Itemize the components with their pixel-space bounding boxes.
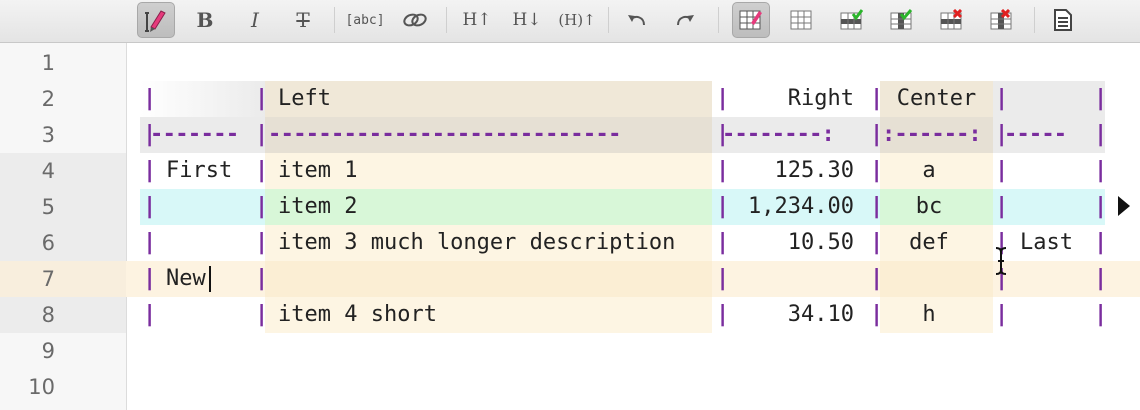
cell-text[interactable]: def: [880, 225, 978, 261]
cell-text[interactable]: item 1: [278, 153, 357, 189]
table-pipe: |: [255, 122, 269, 147]
italic-button[interactable]: I: [236, 2, 274, 38]
formatting-toolbar: B I T [abc] H↑ H↓ (H)↑: [0, 0, 1140, 43]
header-cell-bg: [140, 81, 265, 117]
cell-text[interactable]: 125.30: [712, 153, 854, 189]
cell-text[interactable]: Last: [1020, 225, 1073, 261]
table-icon[interactable]: [782, 2, 820, 38]
line-number: 4: [0, 153, 126, 189]
preview-icon[interactable]: [1044, 2, 1082, 38]
code-button[interactable]: [abc]: [345, 2, 384, 38]
separator-col2: ----------------------------: [268, 122, 621, 147]
line-number: 9: [41, 339, 55, 363]
table-pipe: |: [1094, 302, 1108, 327]
table-pipe: |: [1094, 158, 1108, 183]
toolbar-separator: [608, 7, 609, 33]
header-cell-bg: [993, 81, 1105, 117]
cell-text[interactable]: bc: [880, 189, 978, 225]
table-pipe: |: [143, 158, 157, 183]
separator-col3: --------:: [722, 122, 835, 147]
cell-text[interactable]: New: [166, 261, 206, 297]
table-pipe: |: [255, 158, 269, 183]
pencil-icon[interactable]: [137, 2, 175, 38]
redo-icon[interactable]: [666, 2, 704, 38]
cell-bg: [140, 189, 265, 225]
cell-text[interactable]: 10.50: [712, 225, 854, 261]
separator-col5: -----: [1004, 122, 1067, 147]
table-pipe: |: [1094, 86, 1108, 111]
table-pipe: |: [870, 266, 884, 291]
table-pipe: |: [995, 194, 1009, 219]
table-pipe: |: [716, 266, 730, 291]
link-icon[interactable]: [396, 2, 434, 38]
table-delete-column-icon[interactable]: [982, 2, 1020, 38]
cell-text[interactable]: h: [880, 297, 978, 333]
table-delete-row-icon[interactable]: [932, 2, 970, 38]
header-left: Left: [278, 86, 331, 111]
heading-up-button[interactable]: H↑: [458, 2, 496, 38]
line-number: 8: [0, 297, 126, 333]
table-pipe: |: [1094, 122, 1108, 147]
header-cell-bg: [265, 81, 712, 117]
text-cursor: [209, 266, 211, 292]
line-number: 5: [0, 189, 126, 225]
table-edit-icon[interactable]: [732, 2, 770, 38]
toolbar-separator: [1034, 7, 1035, 33]
table-pipe: |: [995, 302, 1009, 327]
line-number: 6: [0, 225, 126, 261]
cell-text[interactable]: 34.10: [712, 297, 854, 333]
cell-bg: [265, 261, 712, 297]
cell-bg: [880, 261, 993, 297]
separator-col1: -------: [150, 122, 239, 147]
line-number: 1: [41, 51, 55, 75]
table-pipe: |: [1094, 266, 1108, 291]
header-center: Center: [896, 86, 977, 111]
table-pipe: |: [143, 266, 157, 291]
cell-text[interactable]: a: [880, 153, 978, 189]
table-pipe: |: [995, 86, 1009, 111]
cell-text[interactable]: First: [166, 153, 232, 189]
undo-icon[interactable]: [618, 2, 656, 38]
table-pipe: |: [255, 302, 269, 327]
table-pipe: |: [143, 302, 157, 327]
table-insert-column-icon[interactable]: [882, 2, 920, 38]
table-pipe: |: [143, 230, 157, 255]
line-number: 10: [28, 375, 55, 399]
row-marker-icon: [1118, 196, 1130, 216]
table-pipe: |: [995, 158, 1009, 183]
table-pipe: |: [143, 86, 157, 111]
toolbar-separator: [718, 7, 719, 33]
cell-text[interactable]: item 4 short: [278, 297, 437, 333]
toolbar-separator: [334, 7, 335, 33]
cell-text[interactable]: 1,234.00: [712, 189, 854, 225]
cell-bg: [993, 189, 1105, 225]
table-pipe: |: [1094, 230, 1108, 255]
heading-down-button[interactable]: H↓: [508, 2, 546, 38]
cell-text[interactable]: item 2: [278, 189, 357, 225]
separator-col4: :------:: [882, 122, 982, 147]
table-pipe: |: [255, 230, 269, 255]
strikethrough-button[interactable]: T: [284, 2, 322, 38]
table-pipe: |: [255, 86, 269, 111]
header-right: Right: [787, 86, 854, 111]
bold-button[interactable]: B: [186, 2, 224, 38]
ibeam-cursor-icon: [995, 247, 1007, 275]
table-insert-row-icon[interactable]: [832, 2, 870, 38]
table-pipe: |: [255, 266, 269, 291]
table-pipe: |: [1094, 194, 1108, 219]
toolbar-separator: [446, 7, 447, 33]
line-number: 2: [41, 87, 55, 111]
heading-toggle-button[interactable]: (H)↑: [558, 2, 596, 38]
cell-text[interactable]: item 3 much longer description: [278, 225, 675, 261]
line-number: 7: [41, 267, 55, 291]
table-pipe: |: [255, 194, 269, 219]
line-number: 3: [41, 123, 55, 147]
table-pipe: |: [143, 194, 157, 219]
